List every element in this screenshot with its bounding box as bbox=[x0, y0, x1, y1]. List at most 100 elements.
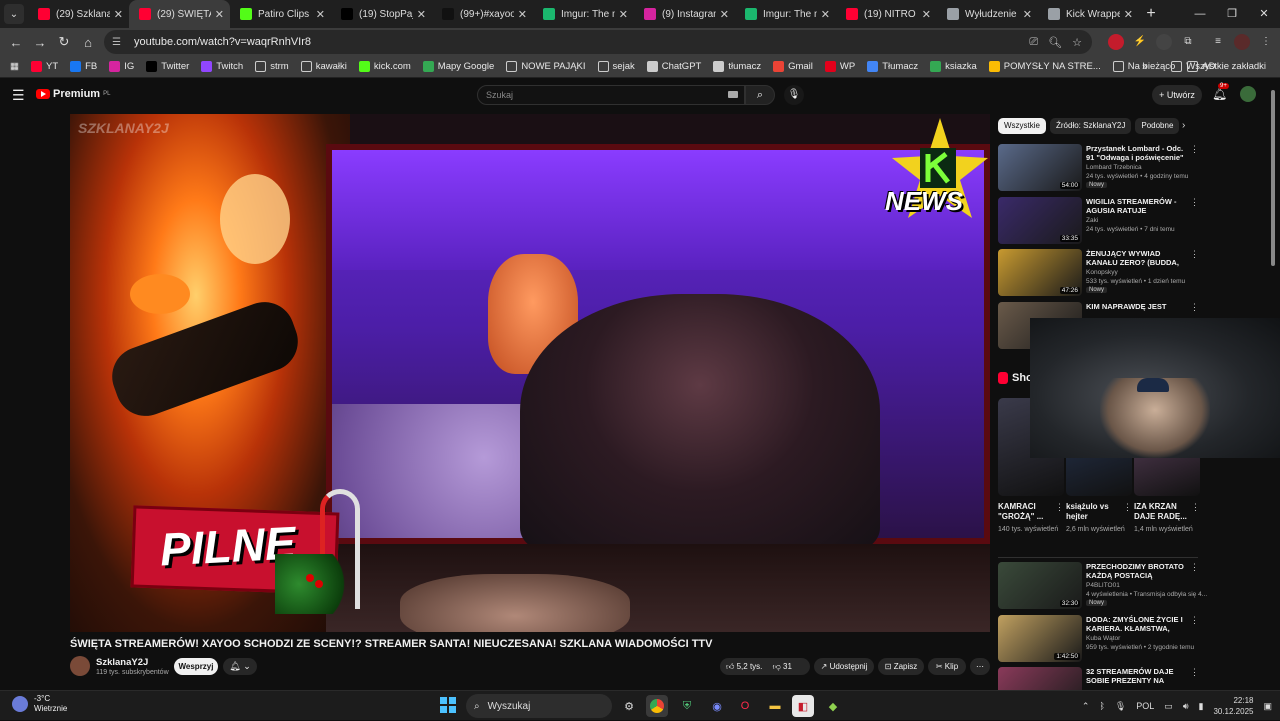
bluetooth-icon[interactable]: ᛒ bbox=[1099, 701, 1104, 711]
more-actions-button[interactable]: ⋯ bbox=[970, 658, 990, 675]
short-title[interactable]: IZA KRZAN DAJE RADĘ... bbox=[1134, 502, 1190, 522]
taskbar-search[interactable]: ⌕ Wyszukaj bbox=[466, 694, 612, 718]
like-button[interactable]: 👍︎ 5,2 tys. bbox=[726, 662, 762, 671]
close-tab-icon[interactable]: ✕ bbox=[316, 8, 325, 21]
chevron-right-icon[interactable]: › bbox=[1182, 120, 1185, 131]
video-player[interactable]: SZKLANAY2J NEWS PILNE bbox=[70, 114, 990, 632]
more-options-icon[interactable]: ⋮ bbox=[1191, 502, 1200, 513]
record-extension-icon[interactable] bbox=[1108, 34, 1124, 50]
new-tab-button[interactable]: + bbox=[1139, 5, 1163, 23]
notifications-icon[interactable]: 🔔︎ 9+ bbox=[1212, 83, 1229, 101]
bookmark-item[interactable]: Twitter bbox=[140, 61, 195, 72]
site-info-icon[interactable]: ☰ bbox=[112, 37, 126, 48]
browser-tab[interactable]: Wyłudzenie O(✕ bbox=[937, 0, 1038, 28]
recommended-video[interactable]: 47:26 ŻENUJĄCY WYWIAD KANAŁU ZERO? (BUDDA… bbox=[998, 249, 1199, 297]
close-tab-icon[interactable]: ✕ bbox=[619, 8, 628, 21]
puzzle-icon[interactable]: ⧉ bbox=[1180, 34, 1196, 50]
video-title[interactable]: Przystanek Lombard - Odc. 91 "Odwaga i p… bbox=[1086, 144, 1184, 162]
mic-icon[interactable]: 🎙︎ bbox=[1115, 701, 1126, 712]
bookmark-item[interactable]: ksiazka bbox=[924, 61, 983, 72]
browser-tab[interactable]: Imgur: The ma ✕ bbox=[533, 0, 634, 28]
video-thumbnail[interactable]: 32:30 bbox=[998, 562, 1082, 609]
install-icon[interactable]: ⎚ bbox=[1029, 36, 1038, 49]
close-tab-icon[interactable]: ✕ bbox=[518, 8, 527, 21]
recommended-video[interactable]: 1:42:50 DODA: ZMYŚLONE ŻYCIE I KARIERA. K… bbox=[998, 615, 1199, 663]
more-bookmarks-icon[interactable]: » bbox=[1142, 61, 1147, 72]
browser-tab[interactable]: (99+)#xayoo # ✕ bbox=[432, 0, 533, 28]
browser-tab[interactable]: (19) NITRO - D ✕ bbox=[836, 0, 937, 28]
video-title[interactable]: DODA: ZMYŚLONE ŻYCIE I KARIERA. KŁAMSTWA… bbox=[1086, 615, 1184, 633]
bookmark-item[interactable]: FB bbox=[64, 61, 103, 72]
profile-avatar[interactable] bbox=[1234, 34, 1250, 50]
clock[interactable]: 22:18 30.12.2025 bbox=[1213, 695, 1253, 717]
video-thumbnail[interactable]: 33:35 bbox=[998, 197, 1082, 244]
channel-name[interactable]: SzklanaY2J bbox=[96, 657, 148, 668]
support-button[interactable]: Wesprzyj bbox=[174, 658, 218, 675]
extension-icon[interactable] bbox=[1156, 34, 1172, 50]
omnibox[interactable]: ☰ youtube.com/watch?v=waqrRnhVIr8 ⎚ 🔍︎ ☆ bbox=[104, 30, 1092, 54]
save-button[interactable]: ⊡ Zapisz bbox=[878, 658, 924, 675]
discord-app-icon[interactable]: ◉ bbox=[706, 695, 728, 717]
volume-icon[interactable]: 🔊︎ bbox=[1183, 701, 1189, 712]
settings-app-icon[interactable]: ⚙ bbox=[618, 695, 640, 717]
extension-icon[interactable]: ⚡ bbox=[1132, 34, 1148, 50]
browser-tab[interactable]: (19) StopPajak ✕ bbox=[331, 0, 432, 28]
bookmark-item[interactable]: sejak bbox=[592, 61, 641, 72]
dislike-button[interactable]: 👎︎ 31 bbox=[773, 662, 792, 671]
bookmark-item[interactable]: Tłumacz bbox=[861, 61, 924, 72]
more-options-icon[interactable]: ⋮ bbox=[1190, 302, 1199, 313]
recommended-video[interactable]: 32:30 PRZECHODZIMY BROTATO KAŻDĄ POSTACIĄ… bbox=[998, 562, 1207, 610]
clip-button[interactable]: ✂ Klip bbox=[928, 658, 966, 675]
video-title[interactable]: 32 STREAMERÓW DAJE SOBIE PREZENTY NA ŚWI… bbox=[1086, 667, 1184, 685]
recommended-video[interactable]: 54:00 Przystanek Lombard - Odc. 91 "Odwag… bbox=[998, 144, 1199, 192]
browser-tab[interactable]: Kick Wrapped ✕ bbox=[1038, 0, 1139, 28]
close-tab-icon[interactable]: ✕ bbox=[114, 8, 123, 21]
bookmark-item[interactable]: tłumacz bbox=[707, 61, 767, 72]
bookmark-item[interactable]: Twitch bbox=[195, 61, 249, 72]
bookmark-item[interactable]: strm bbox=[249, 61, 294, 72]
browser-tab[interactable]: (9) Instagram - ✕ bbox=[634, 0, 735, 28]
url-text[interactable]: youtube.com/watch?v=waqrRnhVIr8 bbox=[134, 36, 311, 48]
minimize-icon[interactable]: — bbox=[1184, 0, 1216, 28]
bookmark-item[interactable]: kawałki bbox=[295, 61, 353, 72]
bookmark-star-icon[interactable]: ☆ bbox=[1072, 36, 1082, 49]
video-thumbnail[interactable]: 47:26 bbox=[998, 249, 1082, 296]
bookmark-item[interactable]: IG bbox=[103, 61, 140, 72]
more-options-icon[interactable]: ⋮ bbox=[1190, 615, 1199, 626]
folder-app-icon[interactable]: ▬ bbox=[764, 695, 786, 717]
more-options-icon[interactable]: ⋮ bbox=[1190, 144, 1199, 155]
close-tab-icon[interactable]: ✕ bbox=[417, 8, 426, 21]
menu-kebab-icon[interactable]: ⋮ bbox=[1258, 34, 1274, 50]
tab-search-button[interactable]: ⌄ bbox=[4, 4, 24, 24]
more-options-icon[interactable]: ⋮ bbox=[1190, 249, 1199, 260]
channel-avatar[interactable] bbox=[70, 656, 90, 676]
restore-icon[interactable]: ❐ bbox=[1216, 0, 1248, 28]
close-tab-icon[interactable]: ✕ bbox=[1023, 8, 1032, 21]
bookmark-item[interactable]: YT bbox=[25, 61, 64, 72]
browser-tab[interactable]: Patiro Clips - V ✕ bbox=[230, 0, 331, 28]
zoom-icon[interactable]: 🔍︎ bbox=[1048, 36, 1062, 49]
guide-menu-icon[interactable]: ☰ bbox=[12, 87, 25, 104]
video-title[interactable]: WIGILIA STREAMERÓW - AGUSIA RATUJE SYTUA… bbox=[1086, 197, 1184, 215]
forward-icon[interactable]: → bbox=[28, 35, 52, 50]
notification-center-icon[interactable]: ▣ bbox=[1263, 701, 1272, 712]
bookmark-item[interactable]: WP bbox=[819, 61, 861, 72]
youtube-logo[interactable]: Premium PL bbox=[36, 88, 110, 100]
close-tab-icon[interactable]: ✕ bbox=[821, 8, 830, 21]
opera-app-icon[interactable]: O bbox=[734, 695, 756, 717]
weather-widget[interactable]: -3°C Wietrznie bbox=[12, 694, 67, 714]
channel-name[interactable]: Zaki bbox=[1086, 217, 1098, 224]
bookmark-item[interactable]: POMYSŁY NA STRE... bbox=[983, 61, 1107, 72]
close-window-icon[interactable]: ✕ bbox=[1248, 0, 1280, 28]
browser-tab[interactable]: Imgur: The ma ✕ bbox=[735, 0, 836, 28]
capture-app-icon[interactable]: ◧ bbox=[792, 695, 814, 717]
chevron-up-icon[interactable]: ⌃ bbox=[1082, 701, 1090, 712]
close-tab-icon[interactable]: ✕ bbox=[215, 8, 224, 21]
close-tab-icon[interactable]: ✕ bbox=[720, 8, 729, 21]
reading-list-icon[interactable]: ≡ bbox=[1210, 34, 1226, 50]
close-tab-icon[interactable]: ✕ bbox=[1124, 8, 1133, 21]
subscription-bell-button[interactable]: 🔔︎ ⌄ bbox=[223, 658, 257, 675]
channel-name[interactable]: Kuba Wątor bbox=[1086, 635, 1120, 642]
video-title[interactable]: PRZECHODZIMY BROTATO KAŻDĄ POSTACIĄ bbox=[1086, 562, 1184, 580]
short-title[interactable]: książulo vs hejter bbox=[1066, 502, 1122, 522]
